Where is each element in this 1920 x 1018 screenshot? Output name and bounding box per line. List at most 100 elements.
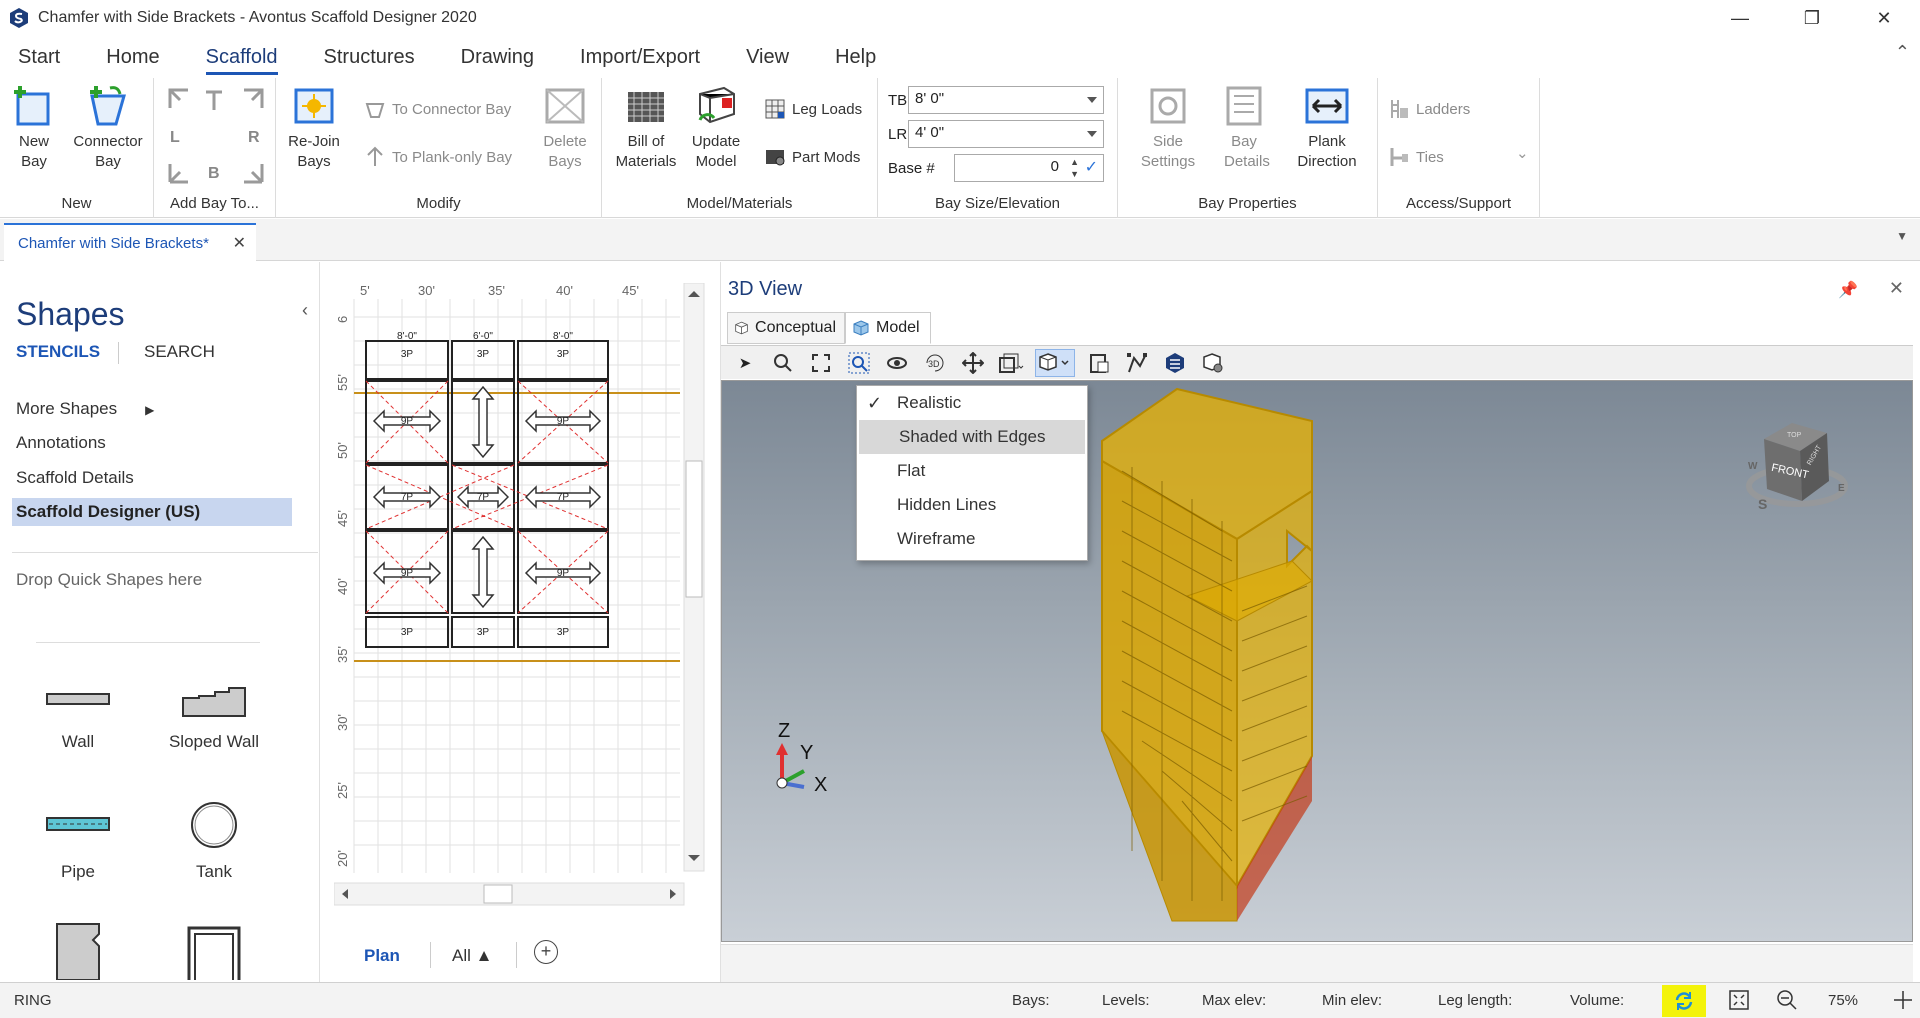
rejoin-bays-button[interactable]: Re-Join Bays <box>284 84 344 172</box>
tab-view[interactable]: View <box>746 46 789 69</box>
select-arrow-icon[interactable]: ➤ <box>731 349 759 377</box>
svg-text:7P: 7P <box>557 492 570 503</box>
tab-stencils[interactable]: STENCILS <box>16 342 100 362</box>
close-panel-icon[interactable]: ✕ <box>1889 278 1904 299</box>
tab-overflow-icon[interactable]: ▼ <box>1896 229 1908 243</box>
view-orientation-icon[interactable] <box>997 349 1025 377</box>
tab-search[interactable]: SEARCH <box>144 342 215 362</box>
plan-view[interactable]: 5' 30' 35' 40' 45' 6 55' 50' 45' 40' 35'… <box>333 282 706 929</box>
tab-start[interactable]: Start <box>18 46 60 69</box>
scaffold-logo-icon[interactable] <box>1161 349 1189 377</box>
3d-rotate-icon[interactable]: 3D <box>921 349 949 377</box>
spinner-icon[interactable]: ▲ ▼ <box>1070 156 1079 180</box>
ties-button[interactable]: Ties <box>1388 146 1444 168</box>
tab-structures[interactable]: Structures <box>324 46 415 69</box>
lr-size-select[interactable]: 4' 0" <box>908 120 1104 148</box>
document-tab[interactable]: Chamfer with Side Brackets* ✕ <box>4 223 256 261</box>
shape-tank[interactable]: Tank <box>144 800 284 882</box>
render-option-shaded-with-edges[interactable]: Shaded with Edges <box>859 420 1085 454</box>
zoom-icon[interactable] <box>769 349 797 377</box>
tab-plan[interactable]: Plan <box>364 946 400 966</box>
connector-bay-button[interactable]: Connector Bay <box>68 84 148 172</box>
fit-to-window-icon[interactable] <box>1728 989 1750 1015</box>
refresh-button[interactable] <box>1662 985 1706 1017</box>
collapse-ribbon-icon[interactable]: ⌃ <box>1895 42 1910 63</box>
settings-cube-icon[interactable] <box>1199 349 1227 377</box>
bay-details-button[interactable]: Bay Details <box>1216 84 1272 172</box>
svg-text:9P: 9P <box>557 416 570 427</box>
svg-text:3D: 3D <box>928 359 940 369</box>
tab-drawing[interactable]: Drawing <box>461 46 534 69</box>
render-option-flat[interactable]: Flat <box>857 454 1087 488</box>
svg-text:TOP: TOP <box>1787 432 1802 439</box>
tab-model[interactable]: Model <box>845 312 931 344</box>
add-bay-direction-icons[interactable]: L R B <box>166 86 266 186</box>
zoom-window-icon[interactable] <box>845 349 873 377</box>
frame-shape-icon <box>187 926 241 980</box>
confirm-check-icon[interactable]: ✓ <box>1085 157 1098 177</box>
render-option-hidden-lines[interactable]: Hidden Lines <box>857 488 1087 522</box>
bill-of-materials-button[interactable]: Bill of Materials <box>614 84 678 172</box>
quick-shapes-drop-area[interactable]: Drop Quick Shapes here <box>16 570 202 590</box>
leg-loads-button[interactable]: Leg Loads <box>764 98 862 120</box>
divider <box>12 552 318 553</box>
view-cube[interactable]: FRONT TOP RIGHT S W E <box>1746 423 1848 512</box>
render-style-icon[interactable] <box>1035 348 1075 377</box>
3d-view-panel: 3D View 📌 ✕ Conceptual Model ➤ 3D Z Y X … <box>720 262 1920 982</box>
clipboard-icon[interactable] <box>1085 349 1113 377</box>
part-mods-button[interactable]: Part Mods <box>764 146 860 168</box>
add-view-button[interactable]: + <box>534 940 558 964</box>
group-model-materials: Bill of Materials Update Model Leg Loads… <box>602 78 878 218</box>
status-mode: RING <box>14 992 52 1009</box>
plank-direction-button[interactable]: Plank Direction <box>1282 84 1372 172</box>
shape-pipe[interactable]: Pipe <box>8 800 148 882</box>
stencil-scaffold-designer-us[interactable]: Scaffold Designer (US) <box>12 498 292 526</box>
base-number-input[interactable]: 0 ▲ ▼ ✓ <box>954 154 1104 182</box>
chevron-down-icon[interactable]: ⌄ <box>1516 144 1529 162</box>
new-bay-button[interactable]: New Bay <box>6 84 62 172</box>
zoom-level[interactable]: 75% <box>1828 992 1858 1009</box>
side-settings-button[interactable]: Side Settings <box>1132 84 1204 172</box>
svg-text:3P: 3P <box>557 627 570 638</box>
svg-text:50': 50' <box>335 442 350 459</box>
minimize-button[interactable]: — <box>1704 0 1776 36</box>
tab-home[interactable]: Home <box>106 46 159 69</box>
tab-scaffold[interactable]: Scaffold <box>205 46 278 75</box>
tb-size-select[interactable]: 8' 0" <box>908 86 1104 114</box>
status-volume: Volume: <box>1570 992 1625 1009</box>
to-plank-icon <box>367 146 383 166</box>
orbit-icon[interactable] <box>883 349 911 377</box>
to-connector-bay-button[interactable]: To Connector Bay <box>364 98 511 120</box>
update-model-button[interactable]: Update Model <box>686 84 746 172</box>
pin-icon[interactable]: 📌 <box>1838 280 1858 300</box>
to-plank-only-bay-button[interactable]: To Plank-only Bay <box>364 146 512 168</box>
shape-wall[interactable]: Wall <box>8 680 148 752</box>
render-option-wireframe[interactable]: Wireframe <box>857 522 1087 556</box>
tab-import-export[interactable]: Import/Export <box>580 46 700 69</box>
zoom-in-icon[interactable] <box>1892 989 1914 1015</box>
close-window-button[interactable]: ✕ <box>1848 0 1920 36</box>
tab-help[interactable]: Help <box>835 46 876 69</box>
svg-text:45': 45' <box>622 283 639 298</box>
plan-drawing[interactable]: 5' 30' 35' 40' 45' 6 55' 50' 45' 40' 35'… <box>333 282 706 929</box>
close-tab-icon[interactable]: ✕ <box>233 233 246 253</box>
stencil-more-shapes[interactable]: More Shapes ▶ <box>16 399 154 419</box>
chevron-down-icon <box>1087 131 1097 137</box>
tab-conceptual[interactable]: Conceptual <box>727 312 845 344</box>
window-title: Chamfer with Side Brackets - Avontus Sca… <box>38 9 477 26</box>
render-option-realistic[interactable]: ✓ Realistic <box>857 386 1087 420</box>
collapse-panel-icon[interactable]: ‹ <box>302 300 308 321</box>
ladders-button[interactable]: Ladders <box>1388 98 1470 120</box>
zoom-out-icon[interactable] <box>1776 989 1798 1015</box>
stencil-annotations[interactable]: Annotations <box>16 433 106 453</box>
zoom-extents-icon[interactable] <box>807 349 835 377</box>
tab-all[interactable]: All ▲ <box>452 946 492 966</box>
stencil-scaffold-details[interactable]: Scaffold Details <box>16 468 134 488</box>
delete-bays-button[interactable]: Delete Bays <box>536 84 594 172</box>
section-icon[interactable] <box>1123 349 1151 377</box>
leg-loads-icon <box>765 99 785 119</box>
pan-icon[interactable] <box>959 349 987 377</box>
restore-button[interactable]: ❐ <box>1776 0 1848 36</box>
shape-sloped-wall[interactable]: Sloped Wall <box>144 680 284 752</box>
plank-direction-icon <box>1305 88 1349 124</box>
